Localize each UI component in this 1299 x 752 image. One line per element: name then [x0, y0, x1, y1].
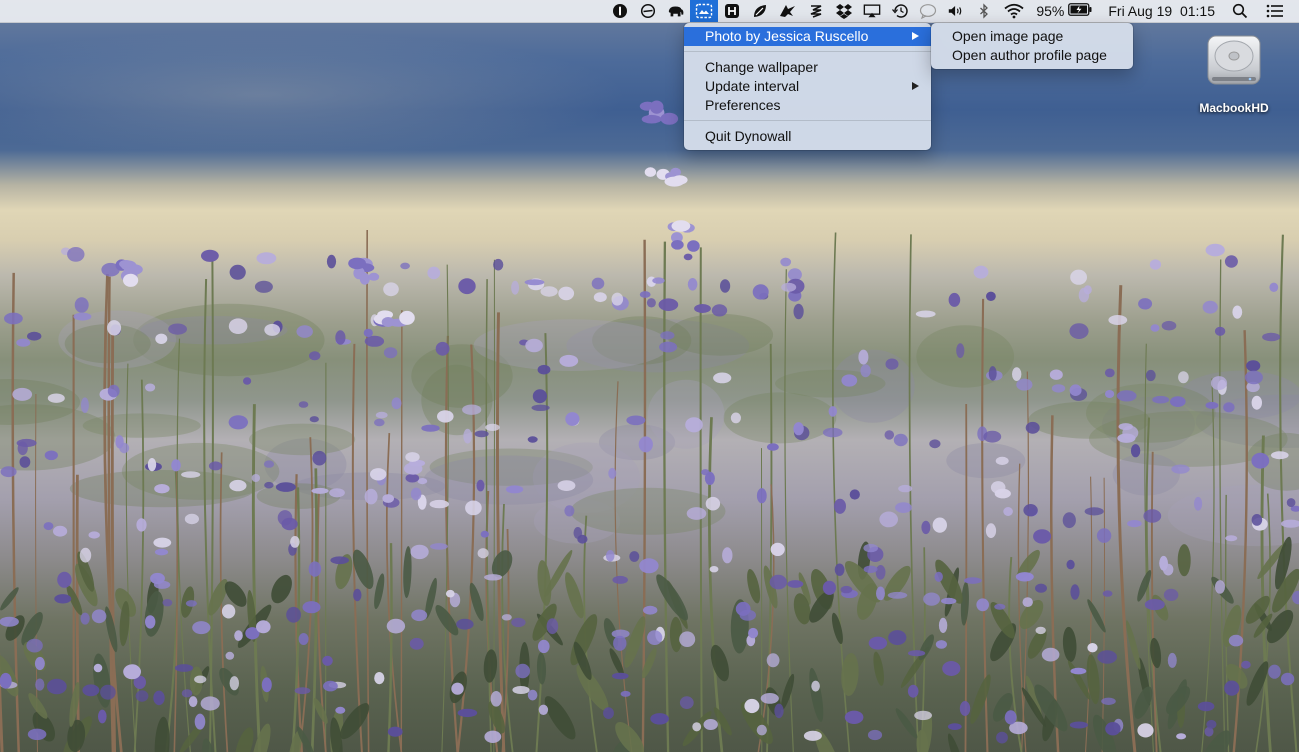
airplay-icon[interactable]	[858, 0, 886, 22]
menu-separator	[684, 51, 931, 52]
onepassword-icon[interactable]	[606, 0, 634, 22]
desktop-wallpaper	[0, 0, 1299, 752]
spotlight-search-icon[interactable]	[1223, 0, 1257, 22]
menu-separator	[684, 120, 931, 121]
menu-item-quit[interactable]: Quit Dynowall	[684, 127, 931, 146]
menu-bar: 95% Fri Aug 19 01:15	[0, 0, 1299, 23]
submenu-item-open-author-page[interactable]: Open author profile page	[931, 46, 1133, 65]
menu-item-change-wallpaper[interactable]: Change wallpaper	[684, 58, 931, 77]
circle-slash-icon[interactable]	[634, 0, 662, 22]
h-box-icon[interactable]	[718, 0, 746, 22]
bluetooth-icon[interactable]	[970, 0, 998, 22]
battery-status[interactable]: 95%	[1030, 0, 1098, 22]
dynowall-menu: Photo by Jessica Ruscello Change wallpap…	[684, 23, 931, 150]
lupine-flowers-photo	[0, 100, 1299, 752]
volume-icon[interactable]	[942, 0, 970, 22]
menu-item-preferences[interactable]: Preferences	[684, 96, 931, 115]
stripes-icon[interactable]	[802, 0, 830, 22]
battery-percent: 95%	[1036, 3, 1065, 19]
desktop-drive[interactable]: MacbookHD	[1186, 30, 1282, 115]
submenu-arrow-icon	[912, 82, 919, 90]
menu-item-update-interval-label: Update interval	[705, 78, 800, 94]
submenu-arrow-icon	[912, 32, 919, 40]
menu-item-photo-credit-label: Photo by Jessica Ruscello	[705, 28, 869, 44]
submenu-item-open-image-page[interactable]: Open image page	[931, 27, 1133, 46]
wifi-icon[interactable]	[998, 0, 1030, 22]
leaf-icon[interactable]	[746, 0, 774, 22]
notification-center-icon[interactable]	[1257, 0, 1293, 22]
flight-icon[interactable]	[774, 0, 802, 22]
hard-drive-icon	[1204, 30, 1264, 92]
menubar-clock[interactable]: Fri Aug 19 01:15	[1098, 0, 1223, 22]
menu-item-photo-credit[interactable]: Photo by Jessica Ruscello	[684, 27, 931, 46]
drive-label: MacbookHD	[1199, 101, 1269, 115]
time-machine-icon[interactable]	[886, 0, 914, 22]
battery-icon	[1068, 3, 1092, 19]
chat-bubble-icon[interactable]	[914, 0, 942, 22]
photo-submenu: Open image page Open author profile page	[931, 23, 1133, 69]
dropbox-icon[interactable]	[830, 0, 858, 22]
elephant-icon[interactable]	[662, 0, 690, 22]
menu-item-update-interval[interactable]: Update interval	[684, 77, 931, 96]
dynowall-icon[interactable]	[690, 0, 719, 22]
